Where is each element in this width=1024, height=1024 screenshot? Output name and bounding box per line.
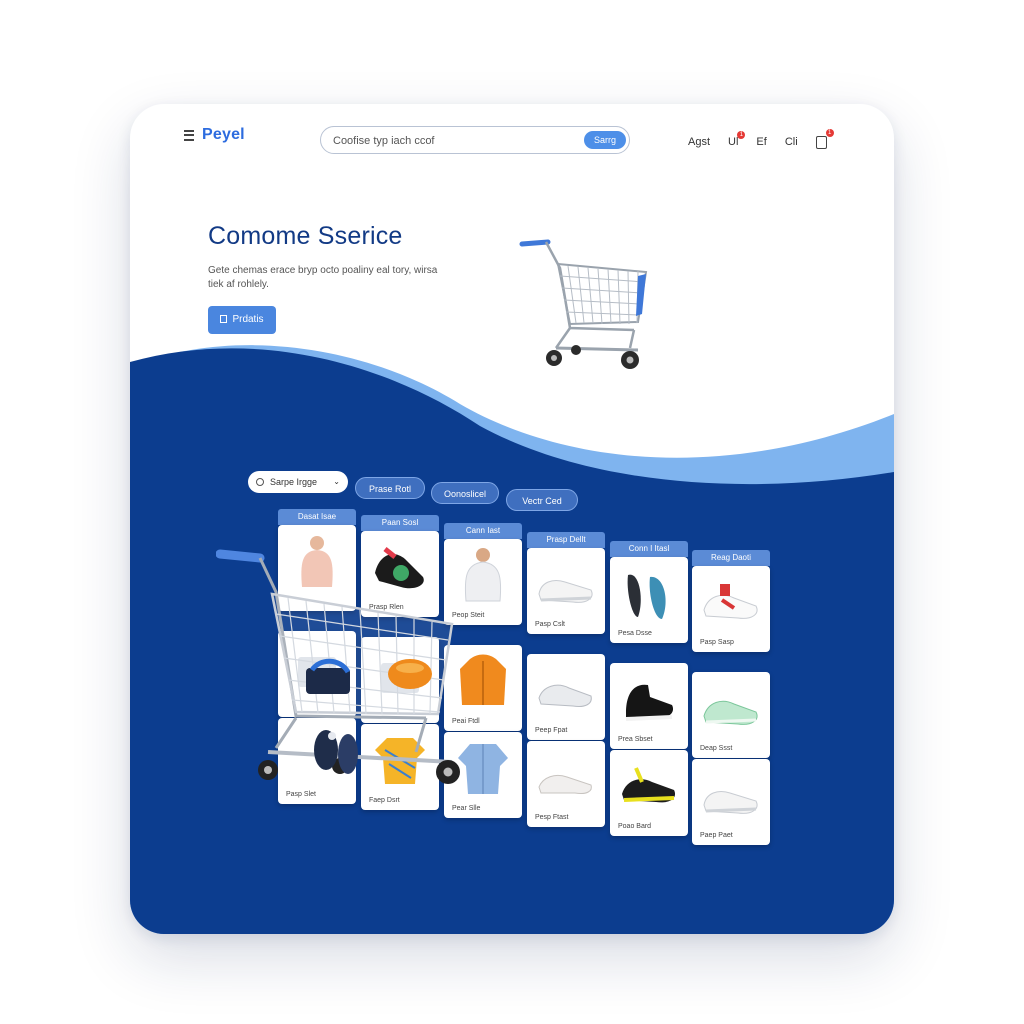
product-caption: Peep Fpat xyxy=(535,727,568,734)
nav-item-notifications[interactable]: Ul 1 xyxy=(728,131,746,148)
search-button[interactable]: Sarrg xyxy=(584,131,626,149)
column-header[interactable]: Reag Daoti xyxy=(692,550,770,566)
nav-item-account[interactable]: Agst xyxy=(688,136,710,148)
product-caption: Pasp Sasp xyxy=(700,639,734,646)
sandal-pair-icon xyxy=(627,574,666,619)
product-card[interactable]: Pasp Sasp xyxy=(692,566,770,652)
sneaker-red-icon xyxy=(703,584,758,619)
logo: Peyel xyxy=(202,126,245,143)
column-header[interactable]: Cann Iast xyxy=(444,523,522,539)
category-select[interactable]: Sarpe Irgge ⌄ xyxy=(248,471,348,493)
nav-item-cart[interactable]: 1 xyxy=(815,129,834,150)
product-card[interactable]: Poao Bard xyxy=(610,750,688,836)
product-card[interactable]: Pesa Dsse xyxy=(610,557,688,643)
column-header[interactable]: Conn I Itasl xyxy=(610,541,688,557)
chevron-down-icon: ⌄ xyxy=(333,477,340,486)
sneaker-yellow-icon xyxy=(622,767,676,803)
product-card[interactable]: Paep Paet xyxy=(692,759,770,845)
filter-chip[interactable]: Vectr Ced xyxy=(506,489,578,511)
product-card[interactable]: Peep Fpat xyxy=(527,654,605,740)
cart-badge: 1 xyxy=(825,129,834,137)
tag-icon xyxy=(220,315,228,323)
sneaker-grey-icon xyxy=(538,684,592,707)
product-caption: Faep Dsrt xyxy=(369,797,400,804)
shopping-cart-icon xyxy=(519,239,648,369)
column-header[interactable]: Prasp Dellt xyxy=(527,532,605,548)
sneaker-white-icon xyxy=(703,791,758,814)
product-card[interactable]: Pesp Ftast xyxy=(527,741,605,827)
menu-icon[interactable] xyxy=(184,129,194,141)
nav-item-favorites[interactable]: Ef xyxy=(756,136,766,148)
product-caption: Paep Paet xyxy=(700,832,733,839)
search-input[interactable] xyxy=(331,131,565,151)
product-card[interactable]: Prea Sbset xyxy=(610,663,688,749)
product-caption: Deap Ssst xyxy=(700,745,733,752)
header-nav: Agst Ul 1 Ef Cli 1 xyxy=(688,129,834,150)
storefront-panel: Peyel Sarrg Agst Ul1 Ef Cli 1 Comome Sse… xyxy=(130,104,894,934)
product-caption: Pear Slle xyxy=(452,805,481,812)
hero-cta-button[interactable]: Prdatis xyxy=(208,306,276,334)
brand[interactable]: Peyel xyxy=(184,126,245,144)
search-icon xyxy=(256,478,264,486)
nav-item-help[interactable]: Cli xyxy=(785,136,798,148)
sneaker-white-icon xyxy=(538,580,593,603)
shopping-cart-icon xyxy=(216,549,460,784)
product-caption: Poao Bard xyxy=(618,823,652,830)
notification-badge: 1 xyxy=(737,131,746,139)
product-card[interactable]: Deap Ssst xyxy=(692,672,770,758)
sneaker-green-icon xyxy=(703,700,758,725)
column-header[interactable]: Dasat Isae xyxy=(278,509,356,525)
hero-subtitle: Gete chemas erace bryp octo poaliny eal … xyxy=(208,265,438,290)
hightop-black-icon xyxy=(625,684,674,721)
bag-icon xyxy=(815,136,827,149)
product-caption: Pesa Dsse xyxy=(618,630,652,637)
filter-chip[interactable]: Oonoslicel xyxy=(431,482,499,504)
column-header[interactable]: Paan Sosl xyxy=(361,515,439,531)
sneaker-white-low-icon xyxy=(538,774,592,794)
search-bar: Sarrg xyxy=(320,126,630,154)
filter-chip[interactable]: Prase Rotl xyxy=(355,477,425,499)
product-caption: Prea Sbset xyxy=(618,736,653,743)
product-caption: Pesp Ftast xyxy=(535,814,569,821)
product-caption: Pasp Cslt xyxy=(535,621,565,628)
product-card[interactable]: Pasp Cslt xyxy=(527,548,605,634)
hero-title: Comome Sserice xyxy=(208,222,403,250)
